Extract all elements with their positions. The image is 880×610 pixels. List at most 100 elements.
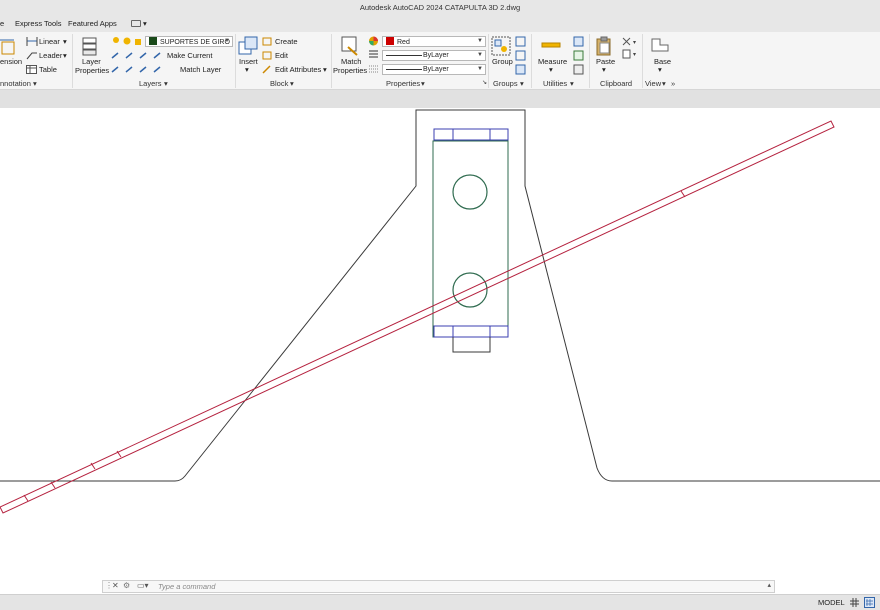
menu-item-featured-apps[interactable]: Featured Apps <box>68 16 117 32</box>
chevron-down-icon: ▼ <box>477 66 483 72</box>
layer-color-swatch <box>149 37 157 45</box>
layer-properties-label-1[interactable]: Layer <box>82 57 101 66</box>
properties-panel-title[interactable]: Properties <box>386 79 420 88</box>
current-layer-dropdown[interactable]: SUPORTES DE GIRO ▼ <box>145 36 233 47</box>
utilities-panel-title[interactable]: Utilities <box>543 79 567 88</box>
layer-properties-icon[interactable] <box>80 36 100 56</box>
measure-icon[interactable] <box>541 40 561 50</box>
upper-hole <box>452 174 488 210</box>
groups-panel-chevron-icon[interactable]: ▾ <box>520 79 524 88</box>
leader-dropdown-chevron-icon[interactable]: ▾ <box>63 51 67 60</box>
lineweight-dropdown[interactable]: ByLayer ▼ <box>382 64 486 75</box>
block-panel-chevron-icon[interactable]: ▾ <box>290 79 294 88</box>
insert-block-icon[interactable] <box>238 36 258 56</box>
panel-divider <box>589 34 590 88</box>
linetype-dropdown[interactable]: ByLayer ▼ <box>382 50 486 61</box>
layer-properties-label-2[interactable]: Properties <box>75 66 109 75</box>
panel-divider <box>331 34 332 88</box>
layer-state-icons[interactable] <box>111 36 143 46</box>
dimension-icon[interactable] <box>0 38 18 58</box>
edit-attributes-label[interactable]: Edit Attributes <box>275 65 321 74</box>
group-tools-icons[interactable] <box>515 36 527 76</box>
layers-panel-title[interactable]: Layers <box>139 79 162 88</box>
properties-panel-chevron-icon[interactable]: ▾ <box>421 79 425 88</box>
match-properties-label-1[interactable]: Match <box>341 57 361 66</box>
ribbon-bottom-gap <box>0 90 880 108</box>
edit-label[interactable]: Edit <box>275 51 288 60</box>
table-label[interactable]: Table <box>39 65 57 74</box>
clipboard-panel-title[interactable]: Clipboard <box>600 79 632 88</box>
view-panel-chevron-icon[interactable]: ▾ <box>662 79 666 88</box>
annotation-panel-title[interactable]: nnotation <box>0 79 31 88</box>
dimension-label[interactable]: ension <box>0 57 22 66</box>
paste-chevron-icon[interactable]: ▾ <box>602 65 606 74</box>
edit-attributes-chevron-icon[interactable]: ▾ <box>323 65 327 74</box>
lineweight-value: ByLayer <box>423 66 449 73</box>
linear-dropdown-chevron-icon[interactable]: ▾ <box>63 37 67 46</box>
base-label[interactable]: Base <box>654 57 671 66</box>
match-properties-label-2[interactable]: Properties <box>333 66 367 75</box>
panel-divider <box>72 34 73 88</box>
match-properties-icon[interactable] <box>340 35 360 57</box>
insert-chevron-icon[interactable]: ▾ <box>245 65 249 74</box>
color-swatch <box>386 37 394 45</box>
recent-commands-icon[interactable]: ▭▾ <box>137 581 149 590</box>
workspace-toggle-icon[interactable] <box>131 20 141 27</box>
top-bearing-block <box>433 128 509 141</box>
match-layer-label[interactable]: Match Layer <box>180 65 221 74</box>
annotation-panel-chevron-icon[interactable]: ▾ <box>33 79 37 88</box>
clipboard-tools-icons[interactable]: ▾▾ <box>621 36 639 60</box>
edit-attributes-icon <box>262 65 271 74</box>
drawing-canvas[interactable] <box>0 108 880 594</box>
command-line[interactable]: ⋮ ✕ ⚙ ▭▾ Type a command ▴ <box>102 580 775 593</box>
svg-text:▾: ▾ <box>633 40 636 46</box>
bottom-bearing-block <box>433 325 509 338</box>
linetype-preview <box>386 55 422 56</box>
layer-tools-row-1-icons[interactable] <box>111 51 165 61</box>
leader-icon <box>26 52 37 60</box>
block-panel-title[interactable]: Block <box>270 79 288 88</box>
base-chevron-icon[interactable]: ▾ <box>658 65 662 74</box>
panel-divider <box>531 34 532 88</box>
color-dropdown[interactable]: Red ▼ <box>382 36 486 47</box>
chevron-down-icon: ▼ <box>477 52 483 58</box>
close-icon[interactable]: ✕ <box>112 581 119 590</box>
panel-divider <box>488 34 489 88</box>
create-label[interactable]: Create <box>275 37 298 46</box>
make-current-label[interactable]: Make Current <box>167 51 212 60</box>
panel-divider <box>235 34 236 88</box>
linear-dimension-icon <box>26 37 38 46</box>
bottom-tab <box>452 337 491 353</box>
view-panel-title[interactable]: View <box>645 79 661 88</box>
drawing-svg[interactable] <box>0 108 880 594</box>
model-space-button[interactable]: MODEL <box>818 598 845 607</box>
catapult-arm <box>0 120 835 514</box>
group-label[interactable]: Group <box>492 57 513 66</box>
customize-icon[interactable]: ⚙ <box>123 581 130 590</box>
workspace-toggle-chevron-icon[interactable]: ▾ <box>143 16 147 32</box>
groups-panel-title[interactable]: Groups <box>493 79 518 88</box>
command-history-chevron-icon[interactable]: ▴ <box>767 581 771 589</box>
support-frame-outline <box>0 109 880 482</box>
menu-item-express-tools[interactable]: Express Tools <box>15 16 62 32</box>
grid-icon[interactable] <box>850 598 859 607</box>
create-block-icon <box>262 37 272 46</box>
command-input[interactable]: Type a command <box>158 582 215 591</box>
table-icon <box>26 65 37 74</box>
group-icon[interactable] <box>491 36 511 56</box>
properties-launcher-icon[interactable]: ↘ <box>482 79 487 86</box>
view-panel-expand-icon[interactable]: » <box>671 79 675 88</box>
layer-tools-row-2-icons[interactable] <box>111 65 165 75</box>
leader-label[interactable]: Leader <box>39 51 62 60</box>
snap-mode-icon[interactable] <box>864 597 875 608</box>
color-value: Red <box>397 39 410 46</box>
utilities-panel-chevron-icon[interactable]: ▾ <box>570 79 574 88</box>
linear-label[interactable]: Linear <box>39 37 60 46</box>
chevron-down-icon: ▼ <box>477 38 483 44</box>
paste-icon[interactable] <box>595 36 613 56</box>
base-view-icon[interactable] <box>650 37 670 53</box>
menu-item-annotate-partial[interactable]: e <box>0 16 4 32</box>
layers-panel-chevron-icon[interactable]: ▾ <box>164 79 168 88</box>
measure-chevron-icon[interactable]: ▾ <box>549 65 553 74</box>
utilities-tools-icons[interactable] <box>573 36 585 76</box>
